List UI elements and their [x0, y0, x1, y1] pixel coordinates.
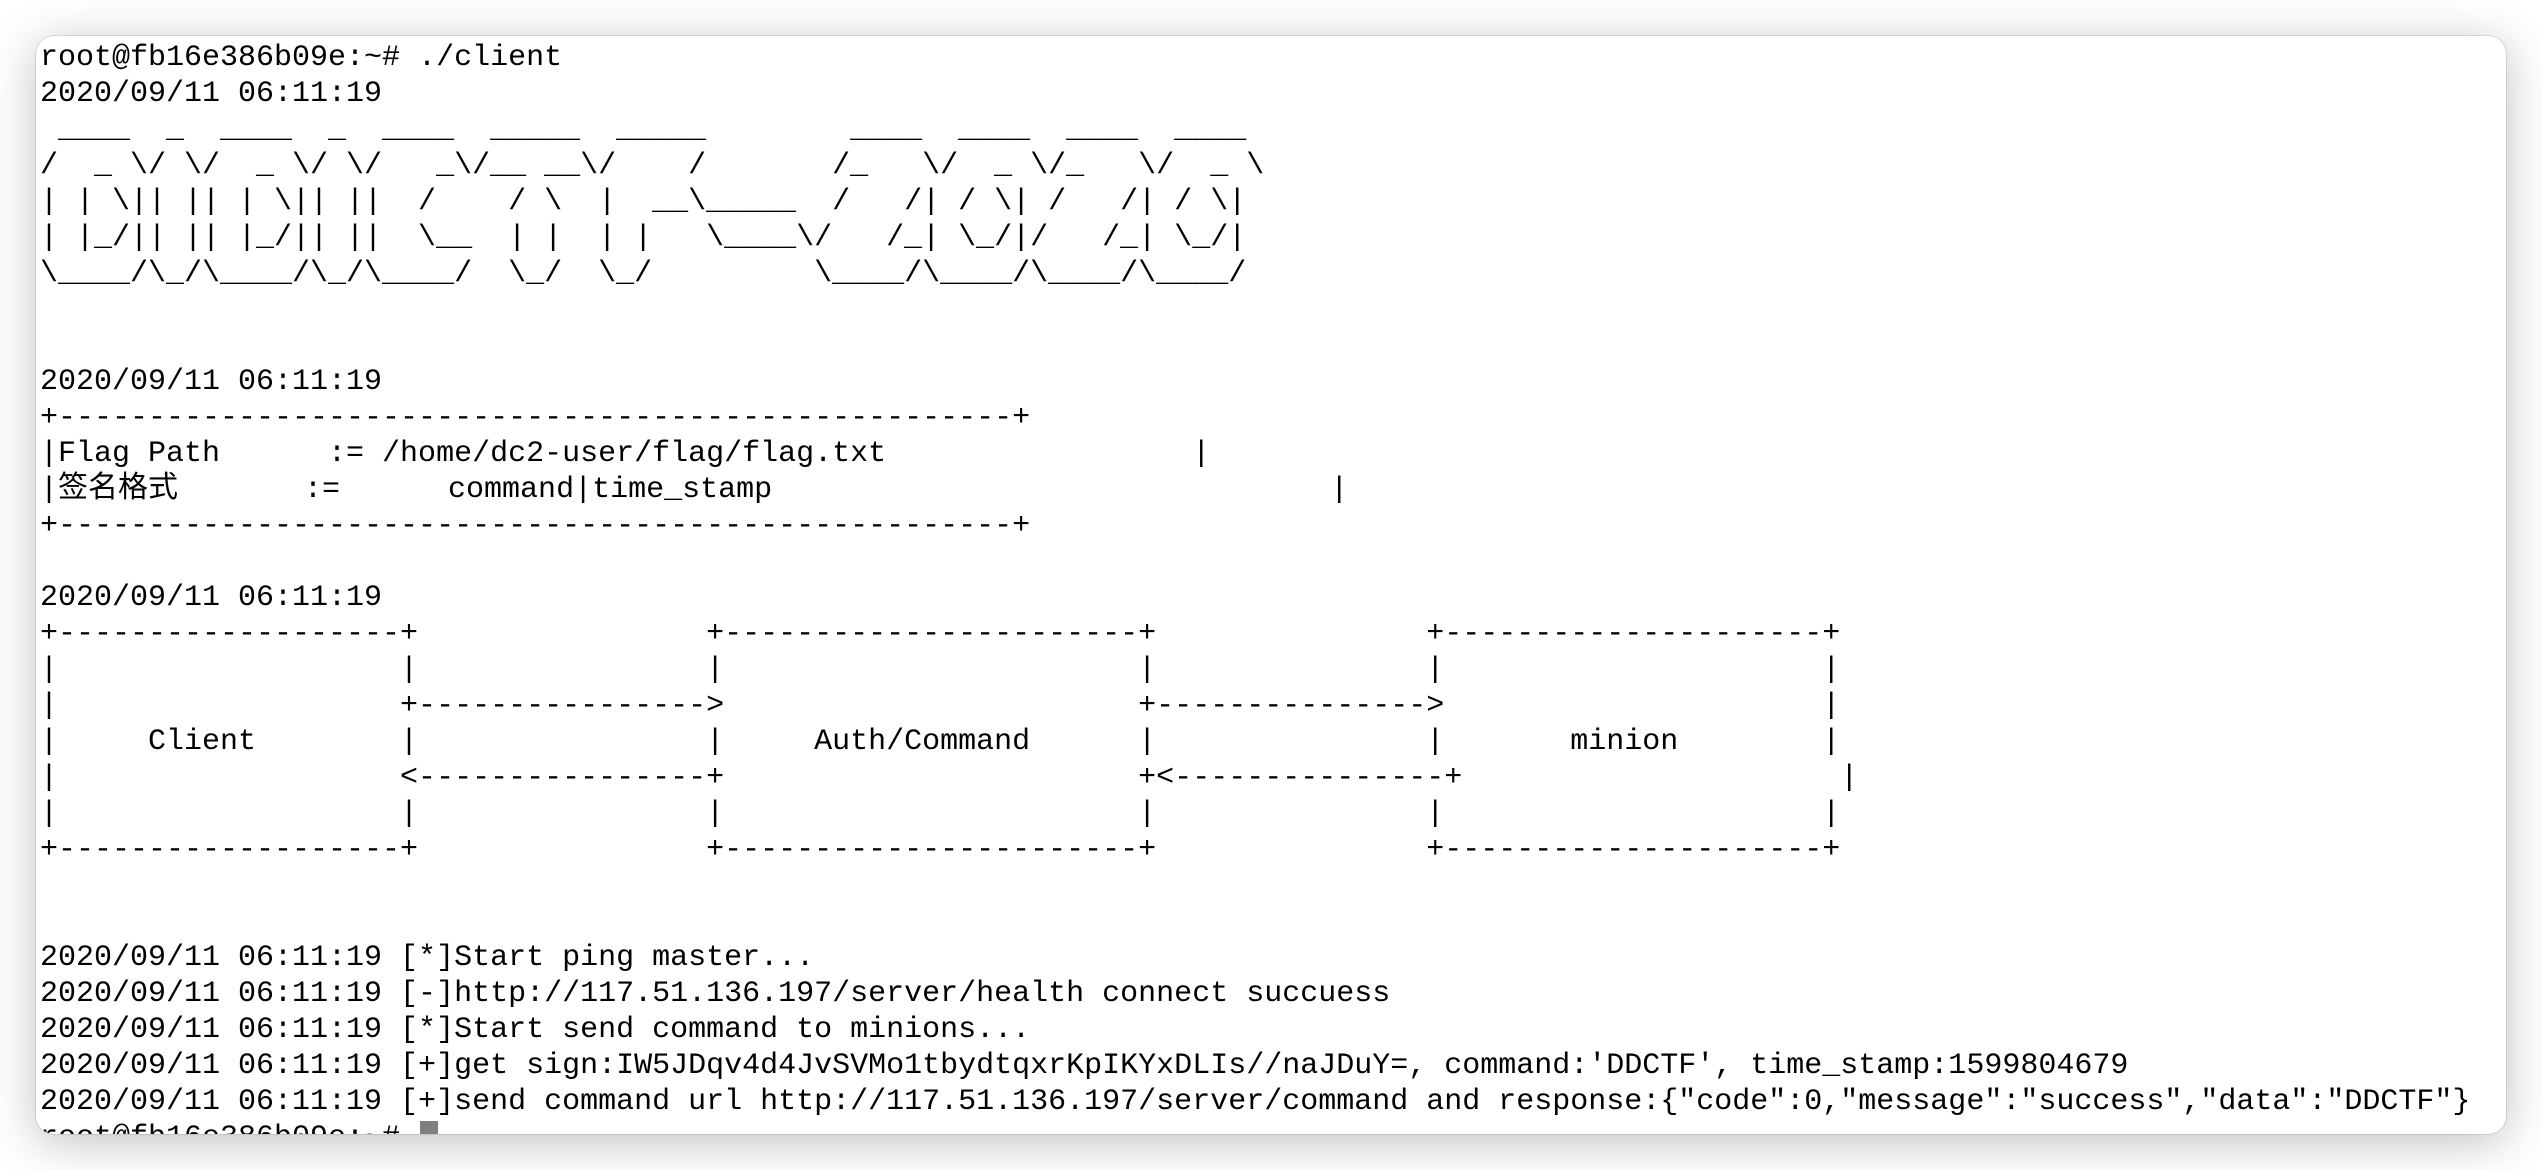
info-box-line: +---------------------------------------… [40, 509, 1031, 543]
architecture-diagram-line: | | | | | | [40, 797, 1841, 831]
ascii-banner-line: | | \|| || | \|| || / / \ | __\_____ / /… [40, 185, 1247, 219]
architecture-diagram-line: | +----------------> +---------------> | [40, 689, 1841, 723]
info-box-line: +---------------------------------------… [40, 401, 1031, 435]
terminal-line: 2020/09/11 06:11:19 [40, 77, 383, 111]
prompt-line[interactable]: root@fb16e386b09e:~# [40, 1120, 2506, 1134]
cursor [420, 1121, 439, 1134]
terminal-window: root@fb16e386b09e:~# ./client 2020/09/11… [36, 36, 2506, 1134]
log-line: 2020/09/11 06:11:19 [*]Start ping master… [40, 941, 815, 975]
architecture-diagram-line: | Client | | Auth/Command | | minion | [40, 725, 1841, 759]
log-line: 2020/09/11 06:11:19 [+]send command url … [40, 1085, 2471, 1119]
ascii-banner-line: / _ \/ \/ _ \/ \/ _\/__ __\/ / /_ \/ _ \… [40, 149, 1265, 183]
shell-prompt: root@fb16e386b09e:~# [40, 1121, 418, 1134]
ascii-banner-line: | |_/|| || |_/|| || \__ | | | | \____\/ … [40, 221, 1247, 255]
ascii-banner-line: ____ _ ____ _ ____ _____ _____ ____ ____… [40, 113, 1247, 147]
info-box-line: |Flag Path := /home/dc2-user/flag/flag.t… [40, 437, 1211, 471]
terminal-line: 2020/09/11 06:11:19 [40, 365, 383, 399]
log-line: 2020/09/11 06:11:19 [+]get sign:IW5JDqv4… [40, 1049, 2129, 1083]
terminal-line: 2020/09/11 06:11:19 [40, 581, 383, 615]
architecture-diagram-line: +-------------------+ +-----------------… [40, 617, 1841, 651]
architecture-diagram-line: | | | | | | [40, 653, 1841, 687]
log-line: 2020/09/11 06:11:19 [*]Start send comman… [40, 1013, 1031, 1047]
log-line: 2020/09/11 06:11:19 [-]http://117.51.136… [40, 977, 1391, 1011]
terminal-output[interactable]: root@fb16e386b09e:~# ./client 2020/09/11… [40, 40, 2506, 1134]
ascii-banner-line: \____/\_/\____/\_/\____/ \_/ \_/ \____/\… [40, 257, 1247, 291]
architecture-diagram-line: +-------------------+ +-----------------… [40, 833, 1841, 867]
terminal-line: root@fb16e386b09e:~# ./client [40, 41, 563, 75]
info-box-line: |签名格式 := command|time_stamp | [40, 473, 1349, 507]
architecture-diagram-line: | <----------------+ +<---------------+ … [40, 761, 1859, 795]
